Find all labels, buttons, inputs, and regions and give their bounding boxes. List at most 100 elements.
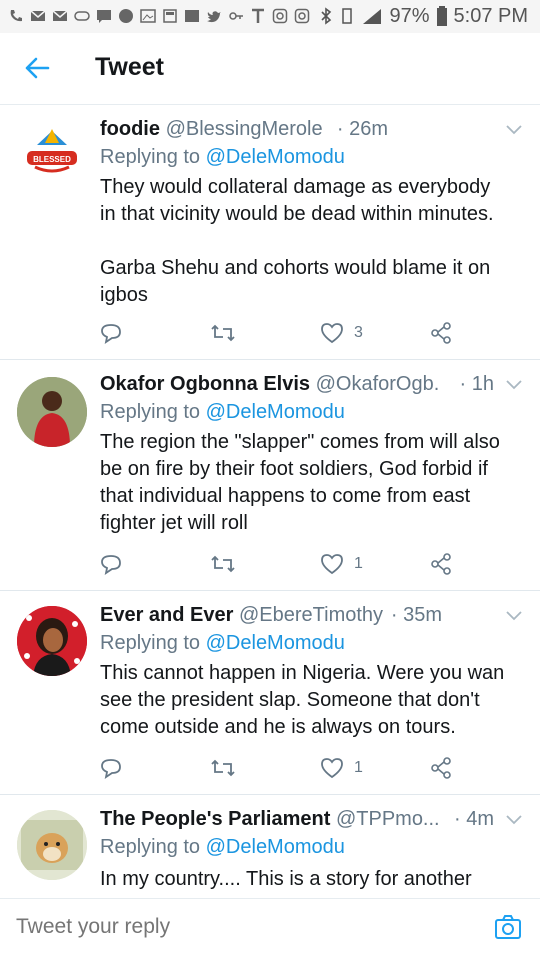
replying-to-label: Replying to xyxy=(100,632,201,654)
tweet-text: In my country.... This is a story for an… xyxy=(100,866,522,893)
like-count: 1 xyxy=(354,759,363,776)
tweet-line: This cannot happen in Nigeria. Were you … xyxy=(100,662,505,684)
avatar[interactable] xyxy=(17,606,87,676)
like-button[interactable]: 1 xyxy=(320,549,363,579)
status-bar: 97% 5:07 PM xyxy=(0,0,540,33)
tweet-line: In my country.... This is a story for an… xyxy=(100,868,472,890)
camera-icon[interactable] xyxy=(494,913,522,941)
like-count: 1 xyxy=(354,555,363,572)
tweet-actions: 3 xyxy=(100,318,460,348)
mention-link[interactable]: @DeleMomodu xyxy=(206,632,345,654)
app-header: Tweet xyxy=(0,33,540,105)
reply-button[interactable] xyxy=(100,318,122,348)
like-button[interactable]: 3 xyxy=(320,318,363,348)
text-icon xyxy=(252,8,264,23)
battery-percent: 97% xyxy=(389,5,430,27)
retweet-icon xyxy=(211,324,235,342)
mention-link[interactable]: @DeleMomodu xyxy=(206,401,345,423)
retweet-icon xyxy=(211,555,235,573)
tweet-header: Ever and Ever @EbereTimothy xyxy=(100,604,420,627)
heart-icon xyxy=(321,323,343,344)
reply-input[interactable] xyxy=(16,915,436,939)
share-icon xyxy=(431,757,451,779)
tweet-line: come outside and he is always on tours. xyxy=(100,716,456,738)
replying-to: Replying to @DeleMomodu xyxy=(100,632,345,655)
tweet-time: · 4m xyxy=(454,808,494,830)
tweet-actions: 1 xyxy=(100,753,460,783)
tweet-line: in that vicinity would be dead within mi… xyxy=(100,203,494,225)
chat-icon xyxy=(97,10,111,23)
user-handle[interactable]: @OkaforOgb... xyxy=(316,373,440,395)
tweet-text: They would collateral damage as everybod… xyxy=(100,174,522,309)
share-button[interactable] xyxy=(430,753,452,783)
tweet-time: · 1h xyxy=(459,373,494,395)
avatar[interactable]: BLESSED xyxy=(17,123,87,193)
replying-to: Replying to @DeleMomodu xyxy=(100,401,345,424)
news-icon xyxy=(163,9,177,23)
display-name[interactable]: The People's Parliament xyxy=(100,808,330,830)
tweet-item[interactable]: The People's Parliament @TPPmo... · 4m R… xyxy=(0,795,540,898)
tweet-header: Okafor Ogbonna Elvis @OkaforOgb... xyxy=(100,373,440,396)
retweet-icon xyxy=(211,759,235,777)
avatar[interactable] xyxy=(17,810,87,880)
like-count: 3 xyxy=(354,324,363,341)
retweet-button[interactable] xyxy=(210,318,236,348)
display-name[interactable]: Okafor Ogbonna Elvis xyxy=(100,373,310,395)
replying-to-label: Replying to xyxy=(100,401,201,423)
reply-button[interactable] xyxy=(100,753,122,783)
clock: 5:07 PM xyxy=(453,5,528,27)
reply-icon xyxy=(101,555,121,575)
tweet-line: Garba Shehu and cohorts would blame it o… xyxy=(100,257,491,279)
share-icon xyxy=(431,322,451,344)
instagram-icon xyxy=(272,8,288,24)
display-name[interactable]: foodie xyxy=(100,118,160,140)
reply-button[interactable] xyxy=(100,549,122,579)
retweet-button[interactable] xyxy=(210,549,236,579)
like-button[interactable]: 1 xyxy=(320,753,363,783)
key-icon xyxy=(229,12,243,20)
avatar-logo-text: BLESSED xyxy=(33,155,71,164)
tweet-line: igbos xyxy=(100,284,148,306)
tweet-item[interactable]: BLESSED foodie @BlessingMerole · 26m Rep… xyxy=(0,105,540,360)
avatar[interactable] xyxy=(17,377,87,447)
chevron-down-icon[interactable] xyxy=(504,813,524,827)
system-indicators: 97% 5:07 PM xyxy=(319,4,528,28)
user-handle[interactable]: @TPPmo... xyxy=(336,808,440,830)
bluetooth-icon xyxy=(321,7,332,25)
chevron-down-icon[interactable] xyxy=(504,123,524,137)
tweet-item[interactable]: Okafor Ogbonna Elvis @OkaforOgb... · 1h … xyxy=(0,360,540,591)
user-handle[interactable]: @EbereTimothy xyxy=(239,604,383,626)
retweet-button[interactable] xyxy=(210,753,236,783)
tweet-text: The region the "slapper" comes from will… xyxy=(100,429,522,537)
tweet-line xyxy=(100,228,522,255)
heart-icon xyxy=(321,758,343,779)
notification-icons xyxy=(8,6,310,26)
share-button[interactable] xyxy=(430,549,452,579)
gamepad-icon xyxy=(74,11,90,21)
user-handle[interactable]: @BlessingMerole xyxy=(166,118,323,140)
chevron-down-icon[interactable] xyxy=(504,609,524,623)
tweet-time: · 35m xyxy=(390,604,442,626)
tweet-line: They would collateral damage as everybod… xyxy=(100,176,491,198)
replying-to: Replying to @DeleMomodu xyxy=(100,836,345,859)
tweet-line: be on fire by their foot soldiers, God f… xyxy=(100,458,488,480)
share-button[interactable] xyxy=(430,318,452,348)
tweet-line: The region the "slapper" comes from will… xyxy=(100,431,500,453)
display-name[interactable]: Ever and Ever xyxy=(100,604,233,626)
reply-composer xyxy=(0,898,540,961)
tweet-item[interactable]: Ever and Ever @EbereTimothy · 35m Replyi… xyxy=(0,591,540,795)
chevron-down-icon[interactable] xyxy=(504,378,524,392)
back-arrow-icon[interactable] xyxy=(22,53,52,83)
tweet-line: that individual happens to come from eas… xyxy=(100,485,471,507)
signal-icon xyxy=(363,9,382,24)
replying-to-label: Replying to xyxy=(100,146,201,168)
tweet-header: The People's Parliament @TPPmo... xyxy=(100,808,440,831)
mention-link[interactable]: @DeleMomodu xyxy=(206,836,345,858)
mention-link[interactable]: @DeleMomodu xyxy=(206,146,345,168)
replying-to-label: Replying to xyxy=(100,836,201,858)
reply-icon xyxy=(101,759,121,779)
instagram-icon xyxy=(294,8,310,24)
photo-icon xyxy=(185,10,199,22)
heart-icon xyxy=(321,554,343,575)
tweet-actions: 1 xyxy=(100,549,460,579)
